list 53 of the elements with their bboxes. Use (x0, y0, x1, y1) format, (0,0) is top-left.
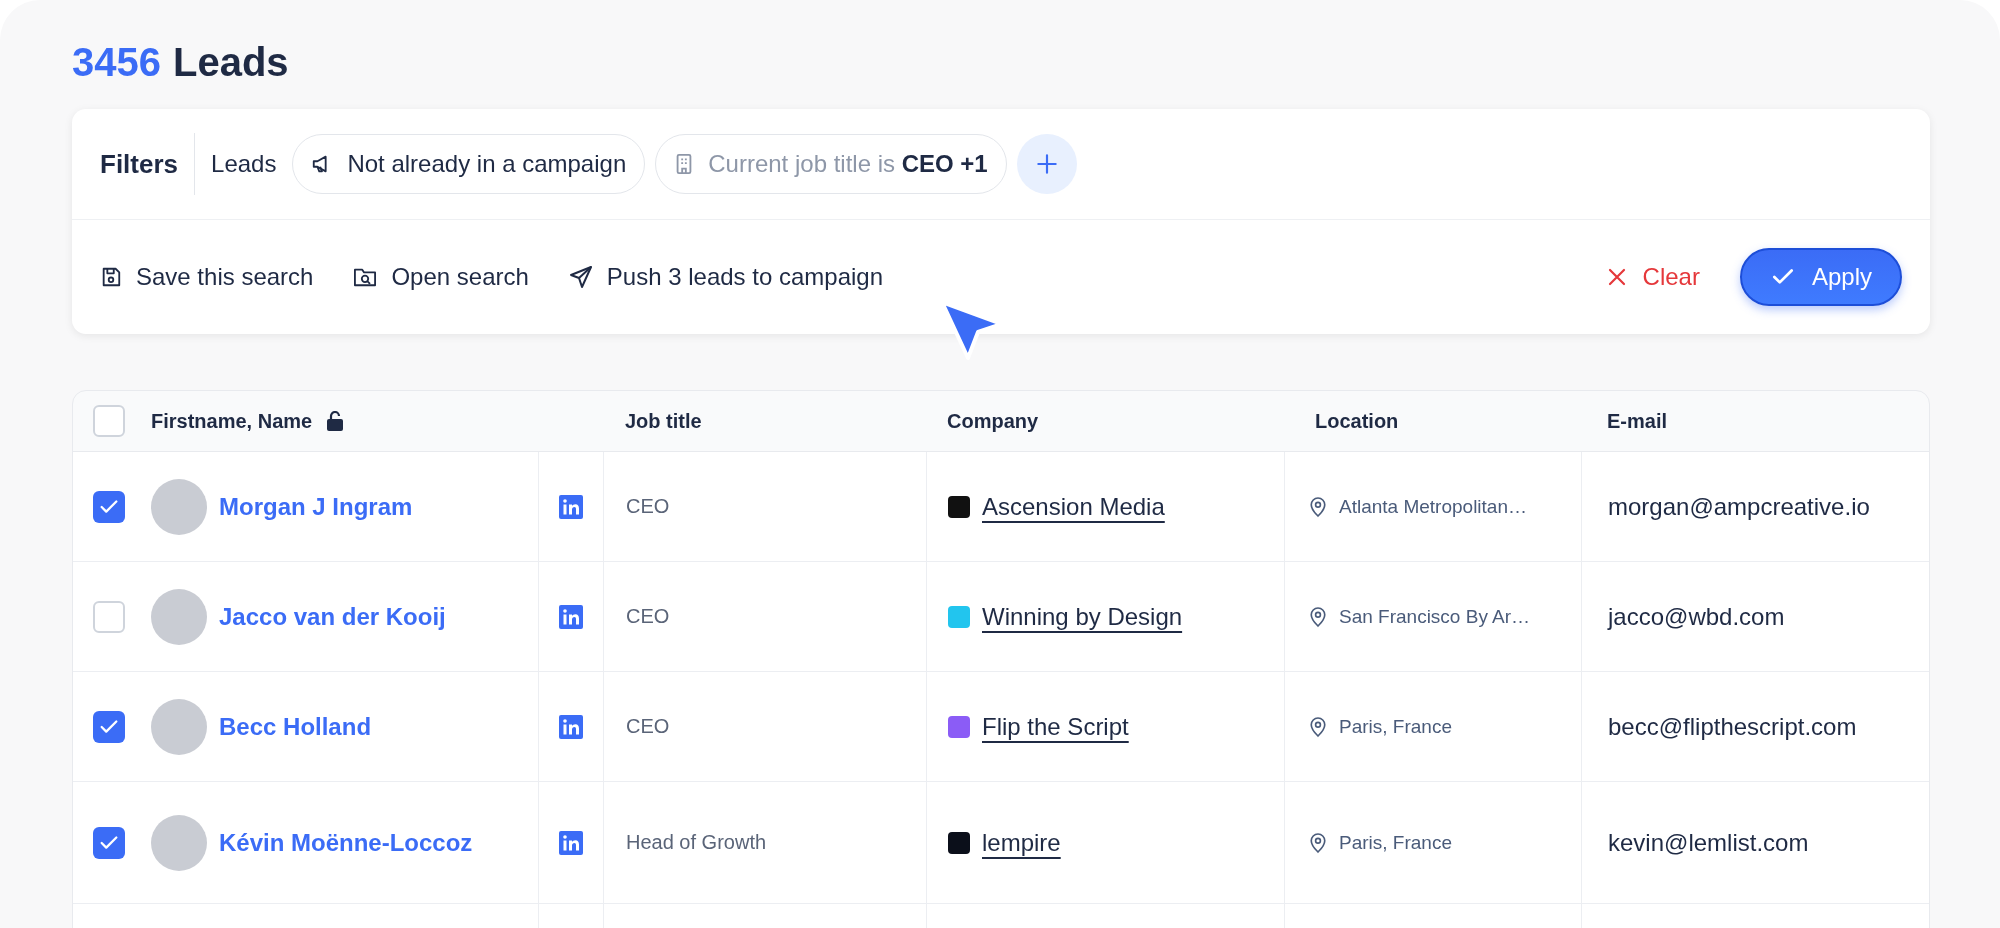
filter-chip[interactable]: Current job title is CEO +1 (655, 134, 1007, 194)
job-title-text: CEO (626, 605, 670, 628)
column-header: E-mail (1607, 409, 1668, 433)
lead-name-link[interactable]: Kévin Moënne-Loccoz (219, 828, 473, 857)
leads-heading: Leads (173, 40, 289, 85)
search-action-button[interactable]: Open search (353, 263, 529, 291)
filters-label: Filters (100, 133, 196, 195)
scope-label: Leads (211, 150, 277, 178)
email-text: becc@flipthescript.com (1608, 712, 1857, 741)
company-link[interactable]: Ascension Media (982, 492, 1165, 521)
unlocked-padlock-icon (326, 411, 345, 431)
column-header: Location (1315, 409, 1399, 433)
job-title-text: CEO (626, 715, 670, 738)
location-pin-icon (1309, 605, 1327, 628)
folder-search-icon (353, 266, 378, 288)
location-pin-icon (1309, 715, 1327, 738)
apply-button[interactable]: Apply (1739, 248, 1902, 306)
location-pin-icon (1309, 831, 1327, 854)
row-checkbox[interactable] (93, 710, 125, 743)
email-text: kevin@lemlist.com (1608, 828, 1809, 857)
job-title-text: Head of Growth (626, 831, 767, 854)
lead-count: 3456 (72, 40, 161, 85)
location-text: San Francisco By Ar… (1339, 605, 1531, 628)
location-text: Paris, France (1339, 831, 1452, 854)
linkedin-icon[interactable] (559, 830, 583, 855)
email-text: jacco@wbd.com (1608, 602, 1785, 631)
column-header: Firstname, Name (151, 409, 313, 433)
select-all-checkbox[interactable] (93, 405, 125, 437)
company-link[interactable]: Flip the Script (982, 712, 1129, 741)
location-text: Atlanta Metropolitan… (1339, 495, 1527, 518)
clear-button[interactable]: Clear (1606, 263, 1700, 291)
row-checkbox[interactable] (93, 600, 125, 633)
job-title-text: CEO (626, 495, 670, 518)
email-text: morgan@ampcreative.io (1608, 492, 1870, 521)
filter-chip[interactable]: Not already in a campaign (292, 134, 646, 194)
lead-name-link[interactable]: Jacco van der Kooij (219, 602, 446, 631)
row-checkbox[interactable] (93, 490, 125, 523)
company-link[interactable]: Winning by Design (982, 602, 1183, 631)
close-icon (1606, 267, 1627, 287)
row-checkbox[interactable] (93, 826, 125, 859)
location-pin-icon (1309, 495, 1327, 518)
location-text: Paris, France (1339, 715, 1452, 738)
lead-name-link[interactable]: Morgan J Ingram (219, 492, 413, 521)
company-link[interactable]: lempire (982, 828, 1061, 857)
linkedin-icon[interactable] (559, 714, 583, 739)
lead-name-link[interactable]: Becc Holland (219, 712, 372, 741)
search-action-button[interactable]: Push 3 leads to campaign (568, 263, 884, 291)
search-action-button[interactable]: Save this search (100, 263, 314, 291)
column-header: Job title (625, 409, 702, 433)
paper-plane-icon (568, 265, 593, 289)
linkedin-icon[interactable] (559, 494, 583, 519)
column-header: Company (947, 409, 1039, 433)
linkedin-icon[interactable] (559, 604, 583, 629)
